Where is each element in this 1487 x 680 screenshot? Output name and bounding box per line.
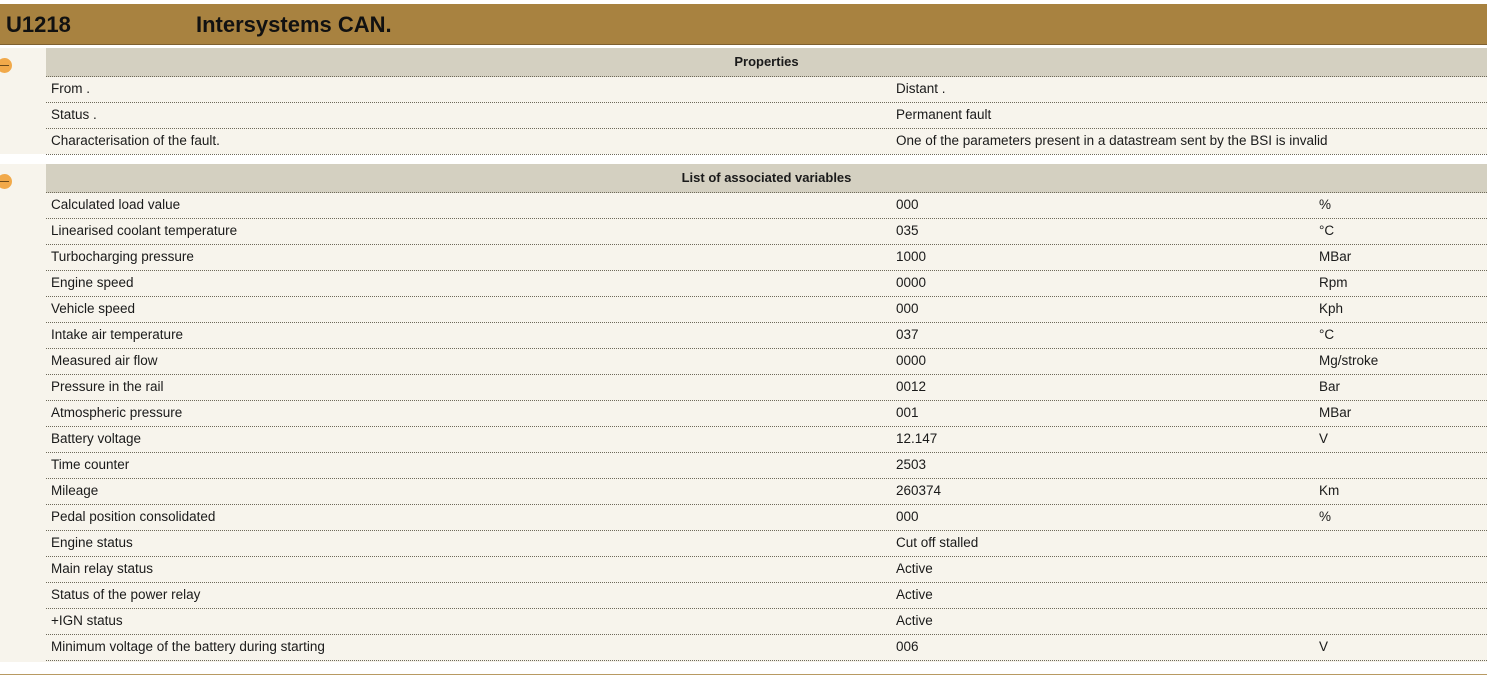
property-label: From . [51, 81, 90, 96]
variable-value: 006 [896, 639, 919, 654]
variable-row: +IGN status Active [46, 608, 1487, 635]
variable-row: Intake air temperature 037 °C [46, 322, 1487, 349]
variable-row: Main relay status Active [46, 556, 1487, 583]
variable-row: Engine status Cut off stalled [46, 530, 1487, 557]
variables-heading: List of associated variables [46, 164, 1487, 193]
variable-value: 2503 [896, 457, 927, 472]
variable-unit: °C [1319, 223, 1335, 238]
variable-name: Pressure in the rail [51, 379, 164, 394]
variable-unit: Mg/stroke [1319, 353, 1379, 368]
variable-unit: Km [1319, 483, 1340, 498]
variable-value: 0012 [896, 379, 927, 394]
property-label: Characterisation of the fault. [51, 133, 220, 148]
variable-row: Turbocharging pressure 1000 MBar [46, 244, 1487, 271]
variable-name: Linearised coolant temperature [51, 223, 238, 238]
properties-heading: Properties [46, 48, 1487, 77]
variable-value: Active [896, 613, 933, 628]
variable-row: Pressure in the rail 0012 Bar [46, 374, 1487, 401]
variables-section: List of associated variables Calculated … [0, 164, 1487, 662]
variable-unit: Rpm [1319, 275, 1348, 290]
variable-row: Pedal position consolidated 000 % [46, 504, 1487, 531]
variable-value: 1000 [896, 249, 927, 264]
variable-name: Main relay status [51, 561, 154, 576]
variable-value: 037 [896, 327, 919, 342]
variable-row: Linearised coolant temperature 035 °C [46, 218, 1487, 245]
variable-row: Measured air flow 0000 Mg/stroke [46, 348, 1487, 375]
variable-unit: % [1319, 197, 1332, 212]
properties-section: Properties From . Distant . Status . Per… [0, 48, 1487, 155]
variable-name: Vehicle speed [51, 301, 136, 316]
variable-name: Minimum voltage of the battery during st… [51, 639, 325, 654]
variable-row: Vehicle speed 000 Kph [46, 296, 1487, 323]
variable-unit: MBar [1319, 405, 1352, 420]
fault-title-bar: U1218 Intersystems CAN. [0, 4, 1487, 45]
variable-unit: °C [1319, 327, 1335, 342]
property-label: Status . [51, 107, 97, 122]
variable-row: Mileage 260374 Km [46, 478, 1487, 505]
fault-code: U1218 [6, 12, 71, 37]
variable-row: Status of the power relay Active [46, 582, 1487, 609]
variable-value: 12.147 [896, 431, 938, 446]
variable-row: Atmospheric pressure 001 MBar [46, 400, 1487, 427]
variable-unit: V [1319, 639, 1329, 654]
property-value: Distant . [896, 81, 946, 96]
variable-value: 000 [896, 197, 919, 212]
variable-row: Time counter 2503 [46, 452, 1487, 479]
variable-name: Atmospheric pressure [51, 405, 183, 420]
bottom-divider [0, 674, 1487, 675]
fault-title: Intersystems CAN. [196, 12, 392, 37]
variable-name: Engine speed [51, 275, 134, 290]
variable-name: Intake air temperature [51, 327, 184, 342]
variable-name: +IGN status [51, 613, 123, 628]
variable-value: 000 [896, 301, 919, 316]
variable-value: Active [896, 561, 933, 576]
variable-value: 0000 [896, 275, 927, 290]
variable-row: Battery voltage 12.147 V [46, 426, 1487, 453]
variable-name: Calculated load value [51, 197, 181, 212]
property-value: Permanent fault [896, 107, 992, 122]
variable-value: 0000 [896, 353, 927, 368]
variable-value: 001 [896, 405, 919, 420]
collapse-minus-icon[interactable] [0, 58, 12, 73]
variable-name: Pedal position consolidated [51, 509, 216, 524]
variable-value: Cut off stalled [896, 535, 979, 550]
variable-unit: % [1319, 509, 1332, 524]
variable-name: Status of the power relay [51, 587, 201, 602]
variable-name: Measured air flow [51, 353, 158, 368]
variable-value: 035 [896, 223, 919, 238]
variable-value: 000 [896, 509, 919, 524]
variable-unit: MBar [1319, 249, 1352, 264]
variable-row: Calculated load value 000 % [46, 192, 1487, 219]
variable-name: Turbocharging pressure [51, 249, 194, 264]
variable-name: Engine status [51, 535, 133, 550]
variable-name: Time counter [51, 457, 130, 472]
property-row: Characterisation of the fault. One of th… [46, 128, 1487, 155]
collapse-minus-icon[interactable] [0, 174, 12, 189]
variable-unit: Bar [1319, 379, 1341, 394]
variable-name: Battery voltage [51, 431, 142, 446]
variable-row: Engine speed 0000 Rpm [46, 270, 1487, 297]
variable-name: Mileage [51, 483, 99, 498]
property-row: Status . Permanent fault [46, 102, 1487, 129]
variable-unit: Kph [1319, 301, 1344, 316]
property-value: One of the parameters present in a datas… [896, 133, 1328, 148]
property-row: From . Distant . [46, 76, 1487, 103]
variable-unit: V [1319, 431, 1329, 446]
variable-value: 260374 [896, 483, 942, 498]
variable-value: Active [896, 587, 933, 602]
variable-row: Minimum voltage of the battery during st… [46, 634, 1487, 661]
